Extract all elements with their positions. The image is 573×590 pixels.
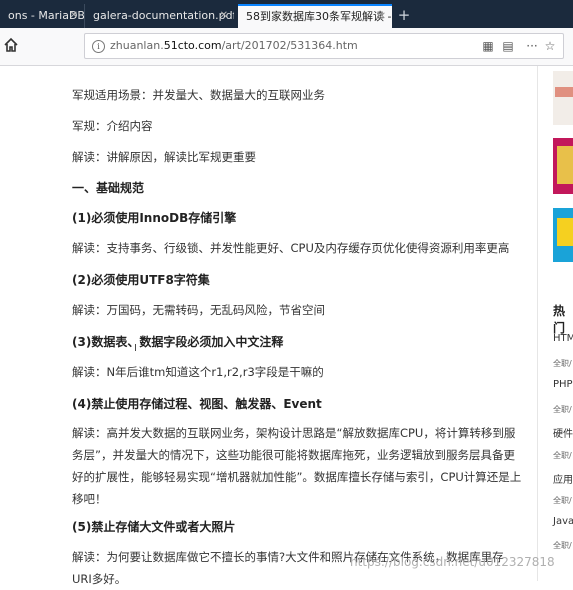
url-path: /art/201702/531364.htm [221, 39, 358, 52]
sidebar-item-sub: 全职/ [553, 541, 572, 550]
paragraph-utf8: 解读：万国码，无需转码，无乱码风险，节省空间 [72, 303, 325, 317]
csdn-watermark: https://blog.csdn.net/u012327818 [350, 555, 555, 569]
paragraph-comments: 解读：N年后谁tm知道这个r1,r2,r3字段是干嘛的 [72, 365, 324, 379]
sidebar-item[interactable]: PHP [553, 379, 573, 390]
ad-graphic [557, 146, 573, 184]
url-bar[interactable]: i zhuanlan.51cto.com/art/201702/531364.h… [84, 33, 564, 59]
qr-code-icon[interactable]: ▦ [481, 39, 495, 53]
paragraph-innodb: 解读：支持事务、行级锁、并发性能更好、CPU及内存缓存页优化使得资源利用率更高 [72, 241, 510, 255]
rule-heading-innodb: (1)必须使用InnoDB存储引擎 [72, 211, 237, 225]
bookmark-star-icon[interactable]: ☆ [543, 39, 557, 53]
info-icon[interactable]: i [92, 40, 105, 53]
new-tab-button[interactable]: + [396, 4, 412, 26]
sidebar-item[interactable]: 应用 [553, 471, 573, 486]
paragraph-no-procedures: 解读：高并发大数据的互联网业务，架构设计思路是“解放数据库CPU，将计算转移到服… [72, 426, 522, 506]
sidebar-item[interactable]: HTM [553, 333, 573, 344]
sidebar-item[interactable]: Java [553, 516, 573, 527]
text-cursor-icon: I [134, 343, 137, 354]
navigation-toolbar: i zhuanlan.51cto.com/art/201702/531364.h… [0, 28, 573, 66]
rule-heading-no-procedures: (4)禁止使用存储过程、视图、触发器、Event [72, 397, 322, 411]
page-content: 军规适用场景：并发量大、数据量大的互联网业务 军规：介绍内容 解读：讲解原因，解… [0, 66, 573, 586]
home-icon[interactable] [3, 37, 19, 53]
close-icon[interactable]: ✕ [70, 4, 78, 28]
tab-strip: ons - MariaDB K ✕ galera-documentation.p… [0, 0, 573, 28]
tab-label: galera-documentation.pdf [93, 9, 234, 22]
sidebar-ad-banner[interactable] [553, 208, 573, 262]
url-prefix: zhuanlan. [110, 39, 164, 52]
sidebar-item-sub: 全职/ [553, 405, 572, 414]
tab-mariadb[interactable]: ons - MariaDB K ✕ [0, 4, 84, 28]
more-actions-icon[interactable]: ··· [525, 39, 539, 53]
tab-galera-pdf[interactable]: galera-documentation.pdf ✕ [84, 4, 234, 28]
reader-view-icon[interactable]: ▤ [501, 39, 515, 53]
url-text[interactable]: zhuanlan.51cto.com/art/201702/531364.htm [110, 34, 358, 58]
ad-graphic [557, 218, 573, 246]
paragraph-rule-intro: 军规：介绍内容 [72, 119, 153, 133]
section-heading-basic: 一、基础规范 [72, 181, 145, 195]
sidebar-ad-banner[interactable] [553, 138, 573, 194]
rule-heading-no-large-files: (5)禁止存储大文件或者大照片 [72, 520, 236, 534]
paragraph-scenario: 军规适用场景：并发量大、数据量大的互联网业务 [72, 88, 325, 102]
tab-label: 58到家数据库30条军规解读 - 51C [246, 10, 392, 23]
sidebar-item[interactable]: 硬件 [553, 425, 573, 440]
rule-heading-utf8: (2)必须使用UTF8字符集 [72, 273, 210, 287]
sidebar-item-sub: 全职/ [553, 359, 572, 368]
close-icon[interactable]: ✕ [220, 4, 228, 28]
sidebar-hot-title: 热门 [553, 304, 566, 335]
close-icon[interactable]: ✕ [378, 6, 386, 27]
sidebar-ad-banner[interactable] [553, 71, 573, 125]
sidebar-divider [537, 66, 538, 581]
rule-heading-comments: (3)数据表、数据字段必须加入中文注释 [72, 335, 284, 349]
url-domain: 51cto.com [163, 39, 222, 52]
tab-51cto-article[interactable]: 58到家数据库30条军规解读 - 51C ✕ [238, 4, 392, 28]
ad-graphic [555, 87, 573, 97]
sidebar-item-sub: 全职/ [553, 451, 572, 460]
paragraph-explain: 解读：讲解原因，解读比军规更重要 [72, 150, 256, 164]
sidebar-item-sub: 全职/ [553, 496, 572, 505]
